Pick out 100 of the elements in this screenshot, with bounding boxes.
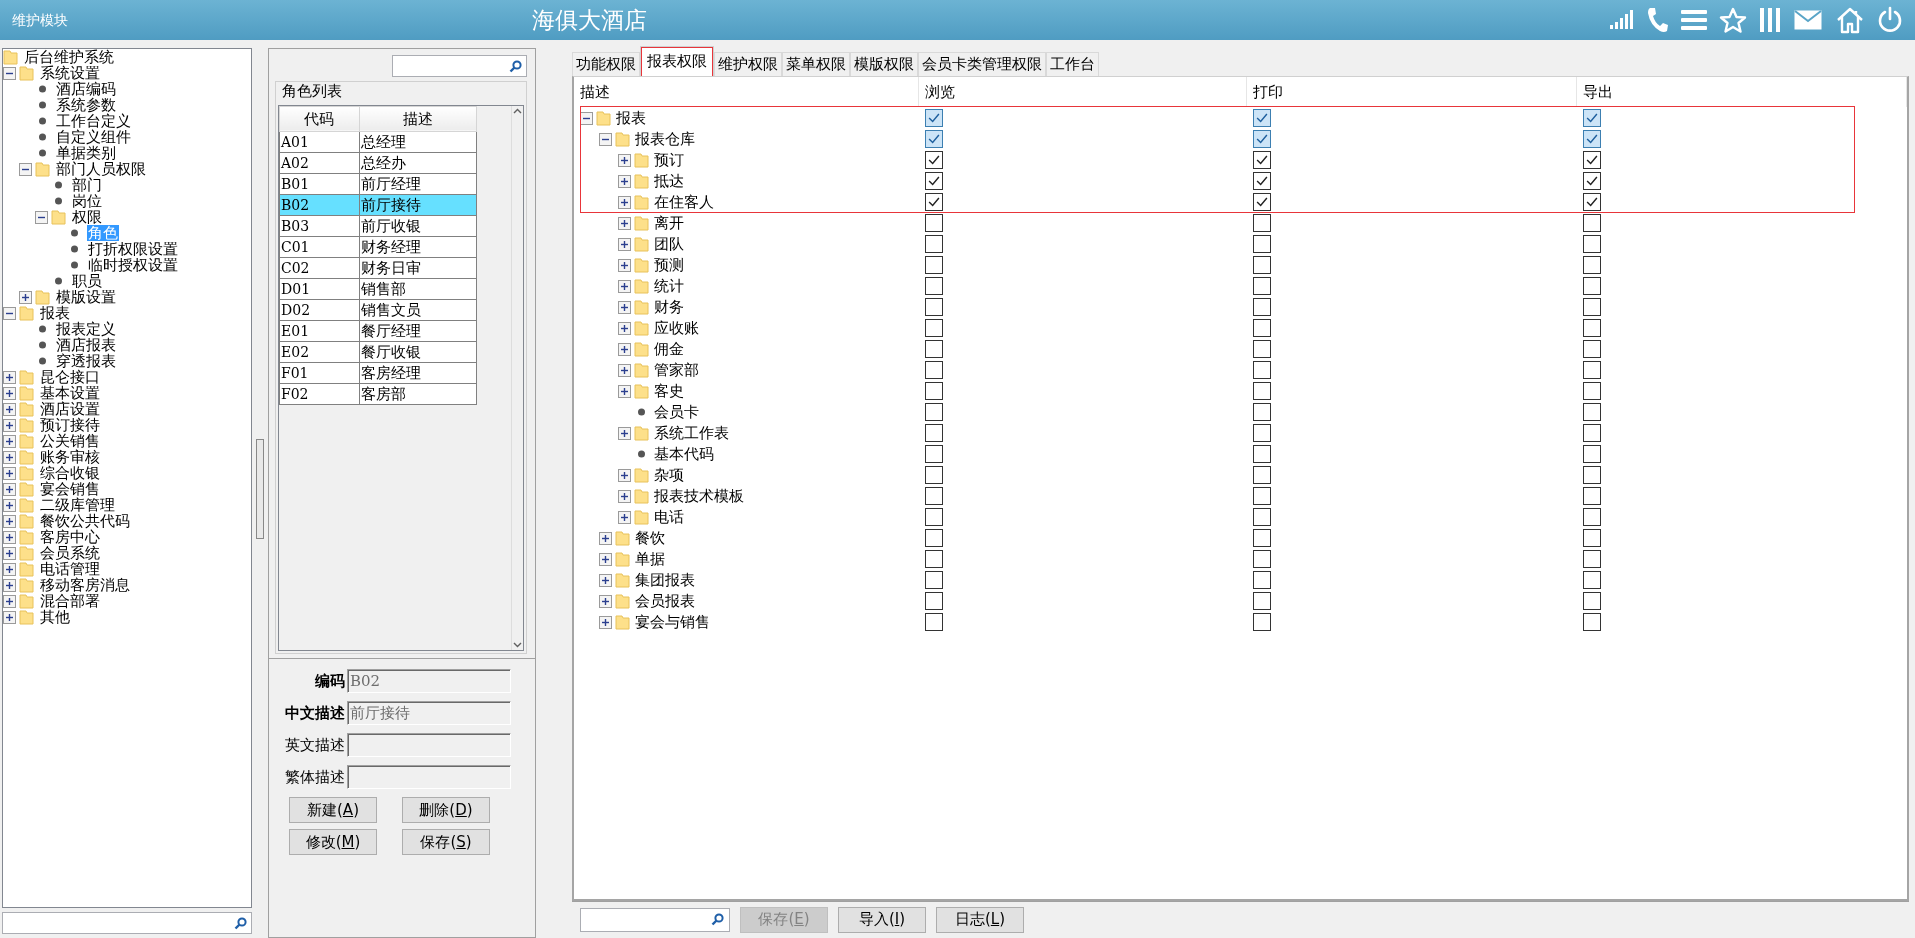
checkbox[interactable] [1253,445,1271,464]
checkbox[interactable] [925,172,943,191]
tree-item[interactable]: 岗位 [71,193,103,209]
expand-icon[interactable] [618,384,631,398]
checkbox[interactable] [1583,340,1601,359]
collapse-icon[interactable] [19,162,32,176]
tree-item[interactable]: 宴会销售 [39,481,101,497]
tree-item[interactable]: 系统设置 [39,65,101,81]
expand-icon[interactable] [3,594,16,608]
checkbox[interactable] [925,508,943,527]
checkbox[interactable] [1583,403,1601,422]
expand-icon[interactable] [3,498,16,512]
tree-item[interactable]: 报表 [39,305,71,321]
checkbox[interactable] [1583,571,1601,590]
tree-item[interactable]: 后台维护系统 [23,49,115,65]
tree-item[interactable]: 电话 [654,506,684,529]
checkbox[interactable] [1253,361,1271,380]
tree-item[interactable]: 混合部署 [39,593,101,609]
checkbox[interactable] [1583,151,1601,170]
tree-item[interactable]: 其他 [39,609,71,625]
checkbox[interactable] [1253,571,1271,590]
checkbox[interactable] [1583,466,1601,485]
expand-icon[interactable] [3,418,16,432]
expand-icon[interactable] [3,466,16,480]
checkbox[interactable] [1253,508,1271,527]
checkbox[interactable] [1583,130,1601,149]
tree-item[interactable]: 打折权限设置 [87,241,179,257]
tab[interactable]: 维护权限 [714,52,782,76]
tree-item[interactable]: 部门 [71,177,103,193]
checkbox[interactable] [925,445,943,464]
expand-icon[interactable] [599,615,612,629]
checkbox[interactable] [1253,130,1271,149]
column-header[interactable]: 代码 [279,106,360,132]
tree-item[interactable]: 餐饮 [635,527,665,550]
expand-icon[interactable] [3,482,16,496]
tree-item[interactable]: 佣金 [654,338,684,361]
signal-icon[interactable] [1609,9,1633,31]
checkbox[interactable] [1253,424,1271,443]
checkbox[interactable] [1583,424,1601,443]
expand-icon[interactable] [3,434,16,448]
expand-icon[interactable] [19,290,32,304]
tree-item[interactable]: 部门人员权限 [55,161,147,177]
menu-icon[interactable] [1681,9,1707,31]
tree-item[interactable]: 会员系统 [39,545,101,561]
star-icon[interactable] [1719,7,1747,33]
checkbox[interactable] [1583,592,1601,611]
tree-item[interactable]: 账务审核 [39,449,101,465]
expand-icon[interactable] [3,530,16,544]
toolbar-button[interactable]: 日志(L) [936,906,1024,933]
tree-item[interactable]: 预测 [654,254,684,277]
checkbox[interactable] [1253,550,1271,569]
checkbox[interactable] [925,298,943,317]
form-button[interactable]: 修改(M) [289,829,377,855]
checkbox[interactable] [925,235,943,254]
form-button[interactable]: 删除(D) [402,797,490,823]
checkbox[interactable] [1583,382,1601,401]
text-field[interactable]: 前厅接待 [347,701,511,725]
checkbox[interactable] [925,319,943,338]
expand-icon[interactable] [618,279,631,293]
tree-item[interactable]: 客房中心 [39,529,101,545]
checkbox[interactable] [1253,298,1271,317]
expand-icon[interactable] [618,489,631,503]
tree-item[interactable]: 财务 [654,296,684,319]
tree-item[interactable]: 基本代码 [654,443,714,466]
tree-item[interactable]: 昆仑接口 [39,369,101,385]
tab[interactable]: 模版权限 [850,52,918,76]
checkbox[interactable] [925,571,943,590]
tree-item[interactable]: 公关销售 [39,433,101,449]
tree-item[interactable]: 集团报表 [635,569,695,592]
checkbox[interactable] [925,466,943,485]
scrollbar[interactable] [511,105,523,650]
expand-icon[interactable] [599,594,612,608]
tree-item[interactable]: 杂项 [654,464,684,487]
checkbox[interactable] [1583,361,1601,380]
text-field[interactable] [347,765,511,789]
tree-item[interactable]: 会员报表 [635,590,695,613]
mail-icon[interactable] [1793,9,1823,31]
checkbox[interactable] [925,592,943,611]
checkbox[interactable] [1583,235,1601,254]
tree-item[interactable]: 系统参数 [55,97,117,113]
collapse-icon[interactable] [3,66,16,80]
expand-icon[interactable] [599,573,612,587]
toolbar-button[interactable]: 导入(I) [838,906,926,933]
column-header[interactable]: 浏览 [919,77,1247,107]
checkbox[interactable] [1253,529,1271,548]
checkbox[interactable] [1253,193,1271,212]
expand-icon[interactable] [618,510,631,524]
tab[interactable]: 报表权限 [640,46,714,78]
home-icon[interactable] [1835,6,1865,34]
column-header[interactable]: 导出 [1577,77,1907,107]
expand-icon[interactable] [618,174,631,188]
tree-item[interactable]: 单据 [635,548,665,571]
expand-icon[interactable] [599,552,612,566]
checkbox[interactable] [925,277,943,296]
text-field[interactable] [347,733,511,757]
power-icon[interactable] [1877,6,1903,34]
checkbox[interactable] [1253,466,1271,485]
checkbox[interactable] [1253,172,1271,191]
tree-item[interactable]: 管家部 [654,359,699,382]
tab[interactable]: 工作台 [1046,52,1099,76]
